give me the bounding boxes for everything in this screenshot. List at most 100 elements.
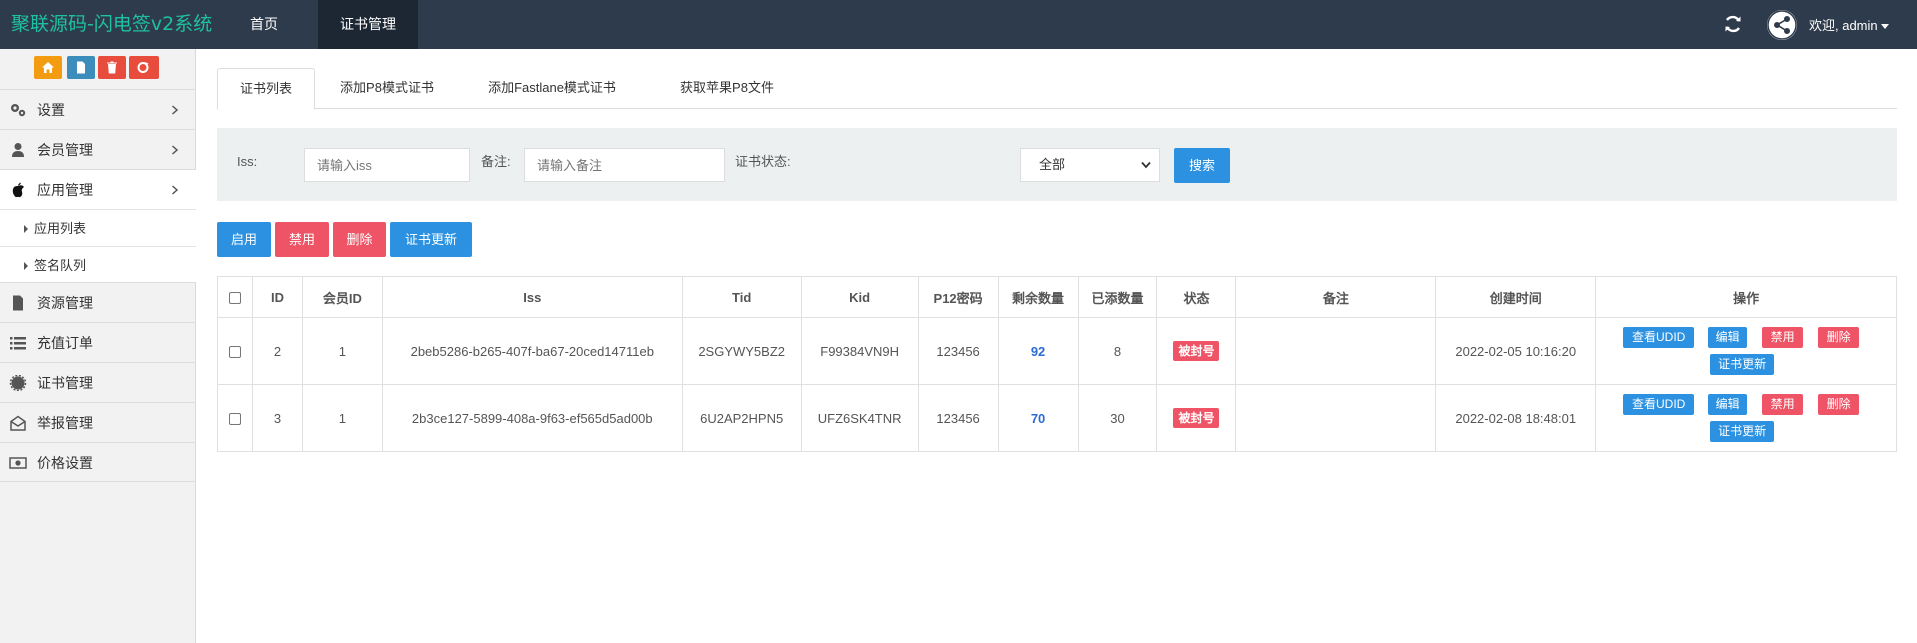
cell-added: 30 bbox=[1077, 384, 1158, 452]
sidebar-item-reports[interactable]: 举报管理 bbox=[0, 402, 196, 442]
disable-button[interactable]: 禁用 bbox=[275, 222, 329, 257]
row-delete-button[interactable]: 删除 bbox=[1818, 327, 1860, 348]
trash-icon bbox=[107, 61, 117, 74]
money-icon bbox=[9, 457, 27, 469]
cell-tid: 2SGYWY5BZ2 bbox=[681, 317, 802, 385]
brand-logo-text[interactable]: 聚联源码-闪电签v2系统 bbox=[11, 0, 212, 49]
caret-right-icon bbox=[24, 262, 28, 270]
refresh-icon[interactable] bbox=[1722, 13, 1744, 35]
header-created: 创建时间 bbox=[1435, 276, 1597, 318]
cell-id: 3 bbox=[251, 384, 303, 452]
quick-file-button[interactable] bbox=[67, 56, 95, 79]
header-id: ID bbox=[251, 276, 303, 318]
file-icon bbox=[77, 61, 85, 74]
ops-group: 查看UDID 编辑 禁用 删除 证书更新 bbox=[1596, 318, 1896, 384]
cell-member-id: 1 bbox=[301, 317, 383, 385]
row-delete-button[interactable]: 删除 bbox=[1818, 394, 1860, 415]
row-checkbox[interactable] bbox=[228, 413, 241, 426]
remark-label: 备注: bbox=[481, 154, 511, 169]
row-cert-update-button[interactable]: 证书更新 bbox=[1710, 421, 1775, 442]
header-select-all bbox=[217, 276, 253, 318]
sidebar-subitem-sign-queue[interactable]: 签名队列 bbox=[0, 246, 196, 283]
user-menu[interactable]: 欢迎, admin bbox=[1809, 0, 1889, 49]
row-checkbox[interactable] bbox=[228, 346, 241, 359]
status-select[interactable]: 全部 bbox=[1020, 148, 1160, 182]
cell-created: 2022-02-08 18:48:01 bbox=[1435, 384, 1597, 452]
avatar[interactable] bbox=[1767, 10, 1797, 40]
tab-add-p8-cert[interactable]: 添加P8模式证书 bbox=[327, 68, 447, 109]
iss-input[interactable] bbox=[304, 148, 470, 182]
cell-iss: 2b3ce127-5899-408a-9f63-ef565d5ad00b bbox=[381, 384, 683, 452]
cell-status: 被封号 bbox=[1156, 317, 1237, 385]
cert-update-button[interactable]: 证书更新 bbox=[390, 222, 472, 257]
home-icon bbox=[42, 62, 54, 73]
enable-button[interactable]: 启用 bbox=[217, 222, 271, 257]
view-udid-button[interactable]: 查看UDID bbox=[1623, 394, 1695, 415]
sidebar-item-label: 设置 bbox=[37, 102, 65, 118]
cell-remark bbox=[1235, 384, 1437, 452]
header-ops: 操作 bbox=[1595, 276, 1897, 318]
sidebar-item-label: 举报管理 bbox=[37, 415, 93, 431]
cell-kid: F99384VN9H bbox=[800, 317, 919, 385]
caret-down-icon bbox=[1880, 24, 1889, 30]
iss-label: Iss: bbox=[237, 154, 258, 169]
header-tid: Tid bbox=[681, 276, 802, 318]
cell-kid: UFZ6SK4TNR bbox=[800, 384, 919, 452]
sidebar-item-settings[interactable]: 设置 bbox=[0, 89, 196, 129]
nav-cert-management[interactable]: 证书管理 bbox=[318, 0, 418, 49]
sidebar-item-orders[interactable]: 充值订单 bbox=[0, 322, 196, 362]
cell-member-id: 1 bbox=[301, 384, 383, 452]
header-kid: Kid bbox=[800, 276, 919, 318]
header-added: 已添数量 bbox=[1077, 276, 1158, 318]
user-icon bbox=[12, 143, 24, 157]
cell-p12: 123456 bbox=[917, 384, 999, 452]
sidebar-item-label: 资源管理 bbox=[37, 295, 93, 311]
sidebar-item-label: 充值订单 bbox=[37, 335, 93, 351]
tab-add-fastlane-cert[interactable]: 添加Fastlane模式证书 bbox=[463, 68, 641, 109]
cell-tid: 6U2AP2HPN5 bbox=[681, 384, 802, 452]
edit-button[interactable]: 编辑 bbox=[1708, 394, 1748, 415]
delete-button[interactable]: 删除 bbox=[333, 222, 386, 257]
nav-home[interactable]: 首页 bbox=[228, 0, 300, 49]
row-cert-update-button[interactable]: 证书更新 bbox=[1710, 354, 1775, 375]
header-iss: Iss bbox=[381, 276, 683, 318]
quick-trash-button[interactable] bbox=[98, 56, 126, 79]
sidebar-item-pricing[interactable]: 价格设置 bbox=[0, 442, 196, 482]
tab-cert-list[interactable]: 证书列表 bbox=[217, 68, 315, 110]
view-udid-button[interactable]: 查看UDID bbox=[1623, 327, 1695, 348]
header-p12: P12密码 bbox=[917, 276, 999, 318]
select-all-checkbox[interactable] bbox=[228, 292, 241, 305]
sidebar-item-label: 应用管理 bbox=[37, 182, 93, 198]
top-navbar: 聚联源码-闪电签v2系统 首页 证书管理 欢迎, admin bbox=[0, 0, 1917, 49]
search-button[interactable]: 搜索 bbox=[1174, 148, 1230, 183]
share-nodes-icon bbox=[1767, 10, 1797, 40]
welcome-text: 欢迎, admin bbox=[1809, 18, 1878, 33]
cell-ops: 查看UDID 编辑 禁用 删除 证书更新 bbox=[1595, 317, 1897, 385]
row-disable-button[interactable]: 禁用 bbox=[1762, 327, 1804, 348]
sidebar-item-certs[interactable]: 证书管理 bbox=[0, 362, 196, 402]
caret-right-icon bbox=[24, 225, 28, 233]
row-disable-button[interactable]: 禁用 bbox=[1762, 394, 1804, 415]
quick-home-button[interactable] bbox=[34, 56, 62, 79]
remark-input[interactable] bbox=[524, 148, 725, 182]
row-select-cell bbox=[217, 317, 253, 385]
cell-remaining: 70 bbox=[997, 384, 1079, 452]
status-badge: 被封号 bbox=[1173, 408, 1220, 428]
header-remaining: 剩余数量 bbox=[997, 276, 1079, 318]
list-icon bbox=[10, 337, 26, 350]
sidebar-item-label: 价格设置 bbox=[37, 455, 93, 471]
cert-gear-icon bbox=[9, 375, 27, 391]
sidebar-item-apps[interactable]: 应用管理 bbox=[0, 169, 196, 209]
sidebar-item-members[interactable]: 会员管理 bbox=[0, 129, 196, 169]
edit-button[interactable]: 编辑 bbox=[1708, 327, 1748, 348]
cell-p12: 123456 bbox=[917, 317, 999, 385]
sidebar-subitem-label: 签名队列 bbox=[34, 258, 87, 273]
chevron-down-icon bbox=[1141, 161, 1151, 169]
gears-icon bbox=[11, 104, 26, 117]
quick-recycle-button[interactable] bbox=[129, 56, 159, 79]
header-remark: 备注 bbox=[1235, 276, 1437, 318]
sidebar-subitem-app-list[interactable]: 应用列表 bbox=[0, 209, 196, 246]
tab-get-apple-p8[interactable]: 获取苹果P8文件 bbox=[655, 68, 799, 109]
sidebar-item-resources[interactable]: 资源管理 bbox=[0, 282, 196, 322]
cell-created: 2022-02-05 10:16:20 bbox=[1435, 317, 1597, 385]
